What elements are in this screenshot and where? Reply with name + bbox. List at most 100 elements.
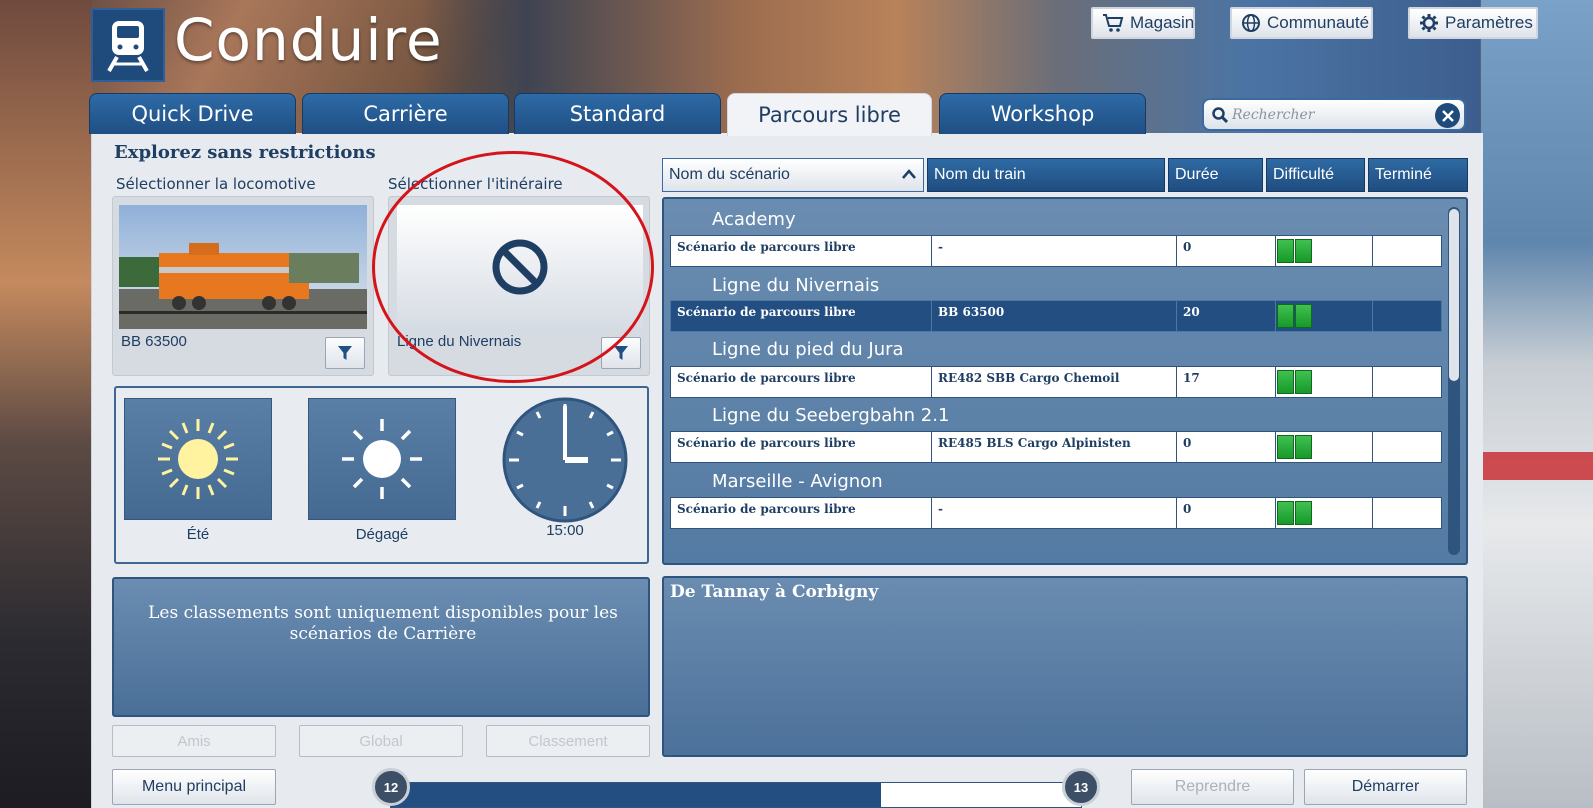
table-row[interactable]: Scénario de parcours libre - 0	[670, 235, 1442, 267]
difficulty-cell	[1275, 366, 1373, 398]
completed-cell	[1372, 300, 1442, 332]
difficulty-cell	[1275, 235, 1373, 267]
tab-career[interactable]: Carrière	[302, 93, 509, 134]
locomotive-name: BB 63500	[121, 333, 187, 350]
completed-cell	[1372, 366, 1442, 398]
level-progress-fill	[391, 783, 881, 807]
locomotive-filter-button[interactable]	[325, 337, 365, 369]
clear-weather-icon	[342, 419, 422, 499]
scrollbar[interactable]	[1448, 207, 1460, 555]
background-left	[0, 0, 92, 808]
scenario-cell: Scénario de parcours libre	[670, 300, 932, 332]
weather-label: Dégagé	[355, 526, 409, 543]
difficulty-bar	[1277, 370, 1294, 394]
community-button[interactable]: Communauté	[1230, 7, 1373, 39]
scenario-cell: Scénario de parcours libre	[670, 366, 932, 398]
scenario-cell: Scénario de parcours libre	[670, 497, 932, 529]
difficulty-bar	[1295, 239, 1312, 263]
settings-label: Paramètres	[1445, 13, 1533, 32]
table-row[interactable]: Scénario de parcours libre RE485 BLS Car…	[670, 431, 1442, 463]
tab-quick-drive[interactable]: Quick Drive	[89, 93, 296, 134]
gear-icon	[1420, 14, 1438, 32]
summer-sun-icon	[158, 419, 238, 499]
page-title: Conduire	[174, 6, 443, 74]
column-duration-header[interactable]: Durée	[1168, 158, 1263, 192]
description-title: De Tannay à Corbigny	[670, 582, 879, 602]
scrollbar-thumb[interactable]	[1449, 209, 1459, 381]
search-input[interactable]	[1232, 101, 1432, 128]
ranking-button[interactable]: Classement	[486, 725, 650, 757]
cart-icon	[1103, 14, 1124, 32]
resume-button[interactable]: Reprendre	[1131, 769, 1294, 805]
friends-button[interactable]: Amis	[112, 725, 276, 757]
main-menu-button[interactable]: Menu principal	[112, 769, 276, 805]
filter-icon	[338, 346, 352, 360]
difficulty-bar	[1277, 501, 1294, 525]
settings-button[interactable]: Paramètres	[1408, 7, 1538, 39]
globe-icon	[1242, 14, 1260, 32]
current-level-badge: 12	[372, 768, 410, 806]
duration-cell: 17	[1176, 366, 1276, 398]
difficulty-bar	[1277, 304, 1294, 328]
table-row-selected[interactable]: Scénario de parcours libre BB 63500 20	[670, 300, 1442, 332]
clock-icon	[502, 397, 628, 523]
column-scenario-header[interactable]: Nom du scénario	[662, 158, 924, 192]
column-scenario-label: Nom du scénario	[669, 166, 790, 183]
sort-ascending-icon	[902, 169, 916, 179]
column-train-header[interactable]: Nom du train	[927, 158, 1165, 192]
season-label: Été	[186, 526, 210, 543]
next-level-badge: 13	[1062, 768, 1100, 806]
store-label: Magasin	[1130, 13, 1195, 32]
duration-cell: 0	[1176, 431, 1276, 463]
scenario-cell: Scénario de parcours libre	[670, 431, 932, 463]
leaderboard-panel: Les classements sont uniquement disponib…	[112, 577, 650, 717]
store-button[interactable]: Magasin	[1091, 7, 1195, 39]
tab-standard[interactable]: Standard	[514, 93, 721, 134]
route-group-title: Marseille - Avignon	[712, 471, 883, 492]
difficulty-bar	[1295, 304, 1312, 328]
start-button[interactable]: Démarrer	[1304, 769, 1467, 805]
locomotive-card[interactable]: BB 63500	[112, 196, 374, 376]
scenario-list: Academy Scénario de parcours libre - 0 L…	[662, 197, 1468, 565]
difficulty-cell	[1275, 431, 1373, 463]
tab-free-roam[interactable]: Parcours libre	[727, 93, 932, 136]
train-cell: -	[931, 235, 1177, 267]
difficulty-bar	[1277, 435, 1294, 459]
completed-cell	[1372, 497, 1442, 529]
background-train	[1481, 452, 1593, 480]
locomotive-thumbnail	[119, 205, 367, 329]
column-difficulty-header[interactable]: Difficulté	[1266, 158, 1365, 192]
difficulty-cell	[1275, 300, 1373, 332]
locomotive-label: Sélectionner la locomotive	[116, 175, 316, 193]
route-group-title: Ligne du Seebergbahn 2.1	[712, 405, 950, 426]
table-row[interactable]: Scénario de parcours libre RE482 SBB Car…	[670, 366, 1442, 398]
level-progress-bar	[390, 782, 1082, 808]
train-logo-icon	[91, 8, 165, 82]
route-group-title: Ligne du pied du Jura	[712, 339, 904, 360]
train-cell: -	[931, 497, 1177, 529]
global-button[interactable]: Global	[299, 725, 463, 757]
completed-cell	[1372, 235, 1442, 267]
scenario-cell: Scénario de parcours libre	[670, 235, 932, 267]
clear-search-button[interactable]	[1435, 103, 1460, 128]
completed-cell	[1372, 431, 1442, 463]
route-group-title: Academy	[712, 209, 796, 230]
search-icon	[1212, 106, 1228, 123]
leaderboard-message: Les classements sont uniquement disponib…	[148, 603, 618, 644]
tab-workshop[interactable]: Workshop	[939, 93, 1146, 134]
community-label: Communauté	[1267, 13, 1370, 32]
column-completed-header[interactable]: Terminé	[1368, 158, 1468, 192]
background-right	[1481, 0, 1593, 808]
annotation-circle	[372, 151, 654, 383]
route-group-title: Ligne du Nivernais	[712, 275, 880, 296]
duration-cell: 0	[1176, 235, 1276, 267]
conditions-panel: Été Dégagé 15:00	[114, 386, 649, 564]
search-box	[1202, 98, 1466, 131]
description-panel: De Tannay à Corbigny	[662, 576, 1468, 757]
weather-button[interactable]	[308, 398, 456, 520]
difficulty-cell	[1275, 497, 1373, 529]
season-button[interactable]	[124, 398, 272, 520]
time-button[interactable]	[500, 396, 630, 524]
table-row[interactable]: Scénario de parcours libre - 0	[670, 497, 1442, 529]
duration-cell: 20	[1176, 300, 1276, 332]
